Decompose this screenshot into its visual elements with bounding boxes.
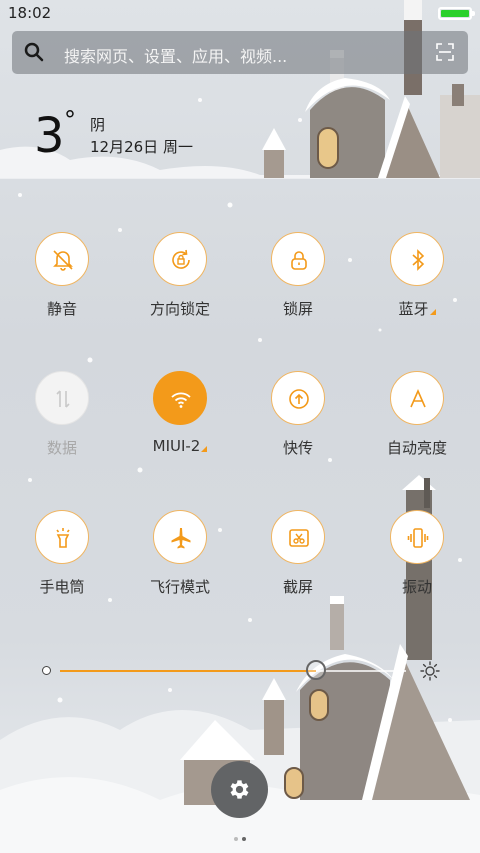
mobile-data-icon[interactable]	[35, 371, 89, 425]
search-icon	[24, 42, 44, 62]
vibrate-icon[interactable]	[390, 510, 444, 564]
date: 12月26日 周一	[90, 138, 193, 156]
brightness-slider[interactable]	[60, 660, 406, 680]
toggle-bluetooth[interactable]: 蓝牙	[372, 232, 462, 342]
brightness-high-icon	[420, 661, 440, 681]
battery-icon	[438, 7, 475, 20]
search-placeholder[interactable]: 搜索网页、设置、应用、视频...	[64, 43, 287, 67]
toggle-label: 锁屏	[282, 300, 313, 318]
gear-icon	[230, 780, 249, 799]
page-dot	[234, 837, 238, 841]
page-indicator	[232, 826, 248, 845]
toggle-vibrate[interactable]: 振动	[372, 510, 462, 620]
auto-brightness-icon[interactable]	[390, 371, 444, 425]
toggle-screenshot[interactable]: 截屏	[253, 510, 343, 620]
flashlight-icon[interactable]	[35, 510, 89, 564]
toggle-label: 手电筒	[39, 578, 85, 596]
degree-symbol: °	[64, 106, 76, 134]
toggle-mobile-data[interactable]: 数据	[17, 371, 107, 481]
share-upload-icon[interactable]	[271, 371, 325, 425]
toggle-wifi[interactable]: MIUI-2	[135, 371, 225, 481]
toggle-label: 数据	[46, 439, 77, 457]
rotation-lock-icon[interactable]	[153, 232, 207, 286]
brightness-thumb[interactable]	[306, 660, 327, 680]
battery-fill	[441, 10, 469, 17]
toggle-label: MIUI-2	[135, 437, 225, 455]
bell-off-icon[interactable]	[35, 232, 89, 286]
toggle-label: 蓝牙	[372, 298, 462, 319]
airplane-icon[interactable]	[153, 510, 207, 564]
toggle-label: 快传	[282, 439, 313, 457]
toggle-label: 振动	[401, 578, 432, 596]
search-bar[interactable]: 搜索网页、设置、应用、视频...	[12, 31, 468, 74]
bluetooth-icon[interactable]	[390, 232, 444, 286]
toggle-quick-share[interactable]: 快传	[253, 371, 343, 481]
brightness-low-icon	[42, 666, 51, 675]
toggle-rotation-lock[interactable]: 方向锁定	[135, 232, 225, 342]
toggle-auto-brightness[interactable]: 自动亮度	[372, 371, 462, 481]
toggle-label: 飞行模式	[149, 578, 210, 596]
toggle-airplane-mode[interactable]: 飞行模式	[135, 510, 225, 620]
brightness-fill	[60, 670, 317, 672]
page-dot-active	[242, 837, 246, 841]
status-bar: 18:02	[0, 0, 480, 28]
divider	[0, 178, 480, 179]
scan-icon[interactable]	[436, 43, 454, 61]
lock-icon[interactable]	[271, 232, 325, 286]
weather-condition: 阴	[90, 116, 106, 134]
settings-button[interactable]	[211, 761, 268, 818]
toggle-flashlight[interactable]: 手电筒	[17, 510, 107, 620]
screenshot-icon[interactable]	[271, 510, 325, 564]
toggle-label: 静音	[46, 300, 77, 318]
toggle-label: 自动亮度	[386, 439, 447, 457]
battery-tip	[472, 11, 475, 16]
toggle-label: 方向锁定	[149, 300, 210, 318]
wifi-icon[interactable]	[153, 371, 207, 425]
toggle-lock-screen[interactable]: 锁屏	[253, 232, 343, 342]
toggle-label: 截屏	[282, 578, 313, 596]
clock: 18:02	[8, 4, 52, 22]
more-options-indicator	[201, 446, 208, 452]
toggle-silent[interactable]: 静音	[17, 232, 107, 342]
temperature: 3	[34, 108, 65, 164]
more-options-indicator	[429, 309, 436, 315]
